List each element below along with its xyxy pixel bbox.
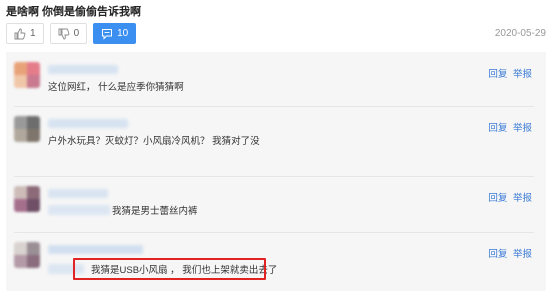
dislike-button[interactable]: 0	[49, 23, 88, 44]
username-blurred[interactable]	[48, 119, 128, 128]
like-button[interactable]: 1	[6, 23, 44, 44]
thumbs-up-icon	[14, 28, 26, 40]
comment-item: 这位网红， 什么是应季你猜猜啊 回复 举报	[14, 62, 534, 102]
reply-link[interactable]: 回复	[488, 123, 507, 134]
report-link[interactable]: 举报	[513, 69, 532, 80]
username-blurred[interactable]	[48, 65, 118, 74]
comment-ops: 回复 举报	[485, 66, 532, 80]
blurred-mention	[48, 205, 110, 215]
divider	[14, 106, 534, 107]
comment-count: 10	[117, 28, 129, 39]
report-link[interactable]: 举报	[513, 123, 532, 134]
reply-link[interactable]: 回复	[488, 193, 507, 204]
comment-text: 这位网红， 什么是应季你猜猜啊	[48, 82, 184, 93]
like-count: 1	[30, 28, 36, 39]
avatar[interactable]	[14, 116, 40, 142]
post-date: 2020-05-29	[494, 28, 546, 39]
divider	[14, 232, 534, 233]
comments-panel: 这位网红， 什么是应季你猜猜啊 回复 举报 户外水玩具？灭蚊灯？小风扇冷风机？ …	[6, 52, 546, 291]
divider	[14, 176, 534, 177]
thumbs-down-icon	[58, 28, 70, 40]
username-blurred[interactable]	[48, 245, 143, 254]
comment-icon	[101, 28, 113, 40]
avatar[interactable]	[14, 62, 40, 88]
post-title: 是啥啊 你倒是偷偷告诉我啊	[6, 6, 142, 18]
comment-item: 户外水玩具？灭蚊灯？小风扇冷风机？ 我猜对了没 回复 举报	[14, 116, 534, 176]
username-blurred[interactable]	[48, 189, 108, 198]
comment-ops: 回复 举报	[485, 246, 532, 260]
comment-text: 户外水玩具？灭蚊灯？小风扇冷风机？ 我猜对了没	[48, 136, 260, 147]
reply-link[interactable]: 回复	[488, 249, 507, 260]
comment-text: 我猜是男士蕾丝内裤	[112, 206, 198, 217]
comment-button[interactable]: 10	[93, 23, 137, 44]
report-link[interactable]: 举报	[513, 193, 532, 204]
comment-item: 我猜是男士蕾丝内裤 回复 举报	[14, 186, 534, 230]
avatar[interactable]	[14, 242, 40, 268]
comment-ops: 回复 举报	[485, 120, 532, 134]
dislike-count: 0	[73, 28, 80, 39]
comment-ops: 回复 举报	[485, 190, 532, 204]
highlight-box	[73, 258, 266, 280]
reply-link[interactable]: 回复	[488, 69, 507, 80]
post-actions: 1 0 10	[6, 23, 137, 44]
report-link[interactable]: 举报	[513, 249, 532, 260]
avatar[interactable]	[14, 186, 40, 212]
